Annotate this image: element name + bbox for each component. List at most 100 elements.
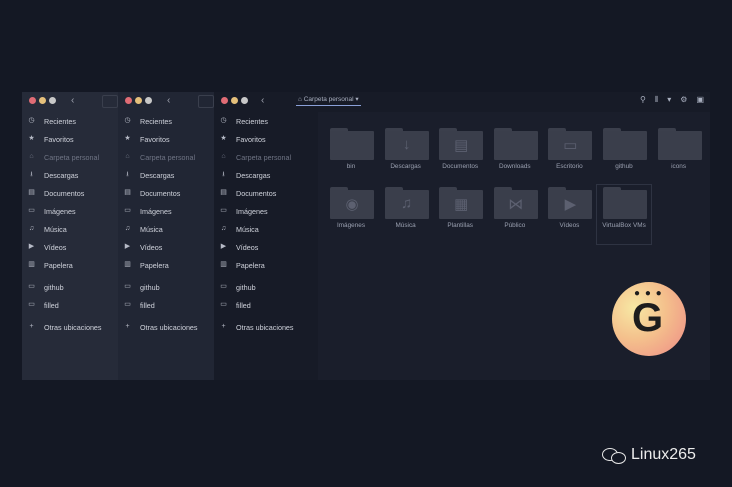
window-controls <box>125 97 152 104</box>
folder-item[interactable]: ▤ Documentos <box>435 128 485 183</box>
chevron-down-icon[interactable]: ▾ <box>667 95 671 105</box>
plus-icon: + <box>125 323 130 330</box>
sidebar-item-label: Descargas <box>236 171 271 180</box>
sidebar-item-label: Recientes <box>140 117 172 126</box>
sidebar-item-papelera[interactable]: ▥ Papelera <box>22 256 118 274</box>
view-list-icon[interactable]: ⫴ <box>655 95 658 105</box>
sidebar-item-otras-ubicaciones[interactable]: + Otras ubicaciones <box>214 318 314 336</box>
folder-item[interactable]: bin <box>326 128 376 183</box>
sidebar-item-música[interactable]: ♫ Música <box>214 220 314 238</box>
sidebar-item-filled[interactable]: ▭ filled <box>22 296 118 314</box>
sidebar-item-documentos[interactable]: ▤ Documentos <box>22 184 118 202</box>
folder-name: icons <box>671 163 687 170</box>
back-arrow-icon[interactable]: ‹ <box>71 95 74 106</box>
folder-icon: ♫ <box>384 187 429 219</box>
star-icon: ★ <box>220 135 227 142</box>
sidebar-item-carpeta-personal[interactable]: ⌂ Carpeta personal <box>22 148 118 166</box>
sidebar-item-imágenes[interactable]: ▭ Imágenes <box>214 202 314 220</box>
gear-icon[interactable]: ⚙ <box>680 95 687 105</box>
back-arrow-icon[interactable]: ‹ <box>261 95 264 106</box>
folder-icon: ▭ <box>124 301 131 308</box>
brand-text: Linux265 <box>631 446 696 463</box>
folder-item[interactable]: ↓ Descargas <box>381 128 431 183</box>
folder-item[interactable]: ▭ Escritorio <box>544 128 594 183</box>
close-button[interactable] <box>125 97 132 104</box>
folder-name: bin <box>346 163 356 170</box>
brand-watermark: Linux265 <box>602 446 696 464</box>
minimize-button[interactable] <box>135 97 142 104</box>
sidebar-item-filled[interactable]: ▭ filled <box>118 296 214 314</box>
close-button[interactable] <box>29 97 36 104</box>
maximize-button[interactable] <box>145 97 152 104</box>
path-bar[interactable]: ⌂ Carpeta personal ▾ <box>296 95 361 106</box>
sidebar-item-música[interactable]: ♫ Música <box>118 220 214 238</box>
maximize-button[interactable] <box>49 97 56 104</box>
sidebar-item-recientes[interactable]: ◷ Recientes <box>22 112 118 130</box>
sidebar-item-github[interactable]: ▭ github <box>118 278 214 296</box>
sidebar-item-otras-ubicaciones[interactable]: + Otras ubicaciones <box>22 318 118 336</box>
document-icon: ▤ <box>220 189 227 196</box>
music-icon: ♫ <box>28 225 35 232</box>
minimize-button[interactable] <box>39 97 46 104</box>
sidebar-item-label: filled <box>236 301 251 310</box>
sidebar-item-imágenes[interactable]: ▭ Imágenes <box>118 202 214 220</box>
sidebar-item-label: github <box>140 283 160 292</box>
folder-icon: ▭ <box>28 283 35 290</box>
sidebar-item-github[interactable]: ▭ github <box>214 278 314 296</box>
sidebar: ◷ Recientes ★ Favoritos ⌂ Carpeta personal ⭳ De… <box>22 112 118 336</box>
sidebar-item-papelera[interactable]: ▥ Papelera <box>118 256 214 274</box>
sidebar-item-label: Documentos <box>140 189 181 198</box>
folder-item[interactable]: ◉ Imágenes <box>326 187 376 242</box>
menu-icon[interactable]: ▣ <box>696 95 704 105</box>
sidebar-item-papelera[interactable]: ▥ Papelera <box>214 256 314 274</box>
sidebar-item-carpeta-personal[interactable]: ⌂ Carpeta personal <box>214 148 314 166</box>
sidebar-item-descargas[interactable]: ⭳ Descargas <box>118 166 214 184</box>
sidebar-item-label: Descargas <box>44 171 79 180</box>
sidebar-item-carpeta-personal[interactable]: ⌂ Carpeta personal <box>118 148 214 166</box>
sidebar-item-recientes[interactable]: ◷ Recientes <box>214 112 314 130</box>
download-icon: ⭳ <box>126 171 129 178</box>
home-button[interactable] <box>198 95 214 108</box>
folder-item[interactable]: ⋈ Público <box>490 187 540 242</box>
document-icon: ▤ <box>124 189 131 196</box>
folder-icon: ▭ <box>548 128 593 160</box>
trash-icon: ▥ <box>124 261 131 268</box>
sidebar-item-imágenes[interactable]: ▭ Imágenes <box>22 202 118 220</box>
search-icon[interactable]: ⚲ <box>640 95 646 105</box>
sidebar-item-vídeos[interactable]: ▶ Vídeos <box>214 238 314 256</box>
sidebar-item-filled[interactable]: ▭ filled <box>214 296 314 314</box>
close-button[interactable] <box>221 97 228 104</box>
maximize-button[interactable] <box>241 97 248 104</box>
folder-item[interactable]: ▦ Plantillas <box>435 187 485 242</box>
sidebar-item-documentos[interactable]: ▤ Documentos <box>214 184 314 202</box>
clock-icon: ◷ <box>28 117 35 124</box>
folder-item[interactable]: Downloads <box>490 128 540 183</box>
home-icon: ⌂ <box>221 153 226 160</box>
folder-name: Música <box>395 222 416 229</box>
clock-icon: ◷ <box>220 117 227 124</box>
sidebar-item-descargas[interactable]: ⭳ Descargas <box>214 166 314 184</box>
minimize-button[interactable] <box>231 97 238 104</box>
sidebar-item-documentos[interactable]: ▤ Documentos <box>118 184 214 202</box>
sidebar-item-vídeos[interactable]: ▶ Vídeos <box>22 238 118 256</box>
sidebar-item-favoritos[interactable]: ★ Favoritos <box>214 130 314 148</box>
sidebar-item-recientes[interactable]: ◷ Recientes <box>118 112 214 130</box>
folder-item[interactable]: icons <box>654 128 704 183</box>
plus-icon: + <box>221 323 226 330</box>
home-button[interactable] <box>102 95 118 108</box>
folder-item[interactable]: VirtualBox VMs <box>596 184 652 245</box>
folder-item[interactable]: ♫ Música <box>381 187 431 242</box>
folder-item[interactable]: github <box>599 128 649 183</box>
sidebar-item-vídeos[interactable]: ▶ Vídeos <box>118 238 214 256</box>
sidebar-item-favoritos[interactable]: ★ Favoritos <box>118 130 214 148</box>
folder-icon <box>493 128 538 160</box>
sidebar-item-favoritos[interactable]: ★ Favoritos <box>22 130 118 148</box>
sidebar-item-label: Descargas <box>140 171 175 180</box>
back-arrow-icon[interactable]: ‹ <box>167 95 170 106</box>
sidebar-item-github[interactable]: ▭ github <box>22 278 118 296</box>
sidebar-item-descargas[interactable]: ⭳ Descargas <box>22 166 118 184</box>
folder-item[interactable]: ▶ Vídeos <box>544 187 594 242</box>
sidebar-item-label: Papelera <box>140 261 169 270</box>
sidebar-item-música[interactable]: ♫ Música <box>22 220 118 238</box>
sidebar-item-otras-ubicaciones[interactable]: + Otras ubicaciones <box>118 318 214 336</box>
